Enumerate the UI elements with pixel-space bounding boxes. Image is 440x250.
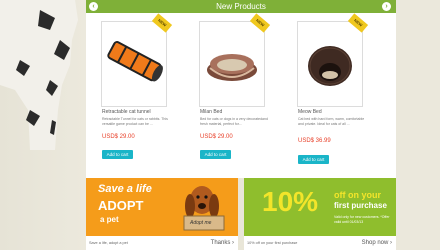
product-description: Bed for cats or dogs in a very decorated…	[200, 117, 268, 126]
discount-line2: first purchase	[334, 201, 387, 210]
discount-banner[interactable]: 10% off on your first purchase Valid onl…	[244, 178, 396, 250]
add-to-cart-button[interactable]: Add to cart	[298, 155, 329, 164]
product-price: USD$ 29.00	[102, 134, 135, 140]
new-products-panel: ‹ New Products › NEW Retractable cat tun…	[86, 0, 396, 178]
discount-terms: Valid only for new customers. *Offer val…	[334, 215, 390, 224]
meow-bed-image	[308, 46, 352, 86]
dog-illustration	[0, 0, 78, 150]
add-to-cart-button[interactable]: Add to cart	[200, 150, 231, 159]
next-arrow-icon[interactable]: ›	[382, 2, 391, 11]
product-price: USD$ 29.00	[200, 134, 233, 140]
product-image-cat-tunnel[interactable]: NEW	[101, 13, 173, 107]
add-to-cart-button[interactable]: Add to cart	[102, 150, 133, 159]
discount-percent: 10%	[262, 186, 319, 217]
banner-line1: Save a life	[98, 183, 152, 195]
section-title: New Products	[216, 2, 266, 11]
product-price: USD$ 36.99	[298, 138, 331, 144]
product-image-meow-bed[interactable]: NEW	[297, 13, 369, 107]
product-name[interactable]: Meow Bed	[298, 109, 322, 115]
promo-footer-text: Save a life, adopt a pet	[89, 241, 128, 245]
product-name[interactable]: Retractable cat tunnel	[102, 109, 151, 115]
product-description: Cat bed with hard form, warm, comfortabl…	[298, 117, 365, 126]
cat-tunnel-image	[107, 41, 163, 82]
milan-bed-image	[207, 54, 257, 81]
thanks-button[interactable]: Thanks ›	[211, 236, 234, 250]
shop-now-button[interactable]: Shop now ›	[362, 236, 392, 250]
promo-footer: Save a life, adopt a pet Thanks ›	[86, 236, 238, 250]
product-description: Retractable Tunnel for cats or rabbits. …	[102, 117, 168, 126]
banner-line2: ADOPT	[98, 198, 144, 213]
background-left	[0, 0, 86, 250]
adopt-pet-banner[interactable]: Save a life ADOPT a pet Adopt me Save a …	[86, 178, 238, 250]
dog-holding-sign-icon	[183, 186, 225, 231]
discount-banner-image[interactable]: 10% off on your first purchase Valid onl…	[244, 178, 396, 236]
new-products-header: ‹ New Products ›	[86, 0, 396, 13]
banner-line3: a pet	[100, 215, 119, 224]
adopt-sign-text: Adopt me	[190, 220, 212, 226]
product-image-milan-bed[interactable]: NEW	[199, 13, 271, 107]
adopt-banner-image[interactable]: Save a life ADOPT a pet Adopt me	[86, 178, 238, 236]
product-name[interactable]: Milan Bed	[200, 109, 222, 115]
promo-footer: 10% off on your first purchase Shop now …	[244, 236, 396, 250]
promo-footer-text: 10% off on your first purchase	[247, 241, 298, 245]
background-right	[396, 0, 440, 250]
discount-line1: off on your	[334, 190, 381, 200]
